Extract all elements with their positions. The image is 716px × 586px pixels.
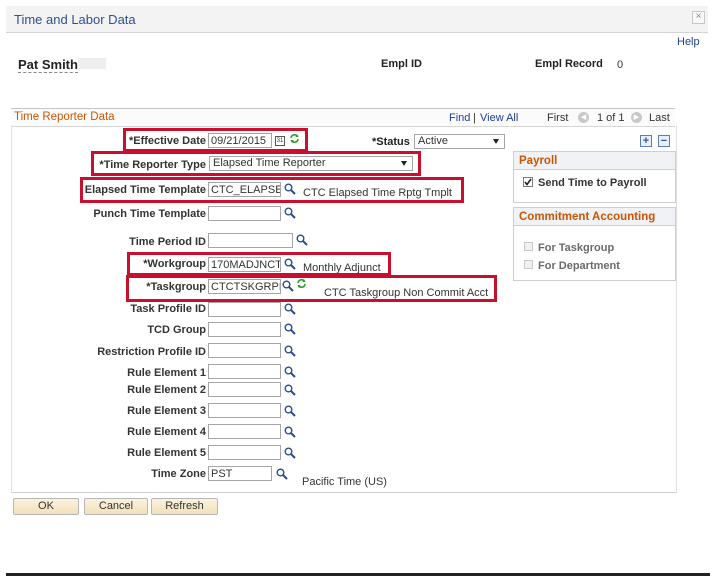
time-zone-label: Time Zone <box>151 468 206 480</box>
last-label: Last <box>649 112 670 124</box>
time-zone-input[interactable]: PST <box>208 466 272 481</box>
send-time-to-payroll-label: Send Time to Payroll <box>538 177 647 189</box>
help-link[interactable]: Help <box>677 36 700 48</box>
rule-element-5-label: Rule Element 5 <box>127 447 206 459</box>
view-all-link[interactable]: View All <box>480 112 518 124</box>
delete-row-button[interactable]: − <box>658 135 670 147</box>
left-arrow-circle-icon[interactable]: ◀ <box>578 112 589 123</box>
window-title: Time and Labor Data <box>14 12 136 27</box>
right-arrow-circle-icon[interactable]: ▶ <box>631 112 642 123</box>
time-period-id-label: Time Period ID <box>129 236 206 248</box>
magnifier-icon[interactable] <box>284 303 296 315</box>
magnifier-icon[interactable] <box>284 405 296 417</box>
rule-element-1-input[interactable] <box>208 364 281 379</box>
taskgroup-highlight <box>126 275 497 302</box>
section-title: Time Reporter Data <box>14 111 115 123</box>
magnifier-icon[interactable] <box>284 447 296 459</box>
rule-element-1-label: Rule Element 1 <box>127 367 206 379</box>
empl-record-label: Empl Record <box>535 58 603 70</box>
task-profile-id-input[interactable] <box>208 302 281 317</box>
effective-date-highlight <box>123 128 308 152</box>
time-zone-description: Pacific Time (US) <box>302 476 387 488</box>
find-link[interactable]: Find <box>449 112 470 124</box>
rule-element-2-input[interactable] <box>208 382 281 397</box>
payroll-group-title: Payroll <box>514 152 675 170</box>
rule-element-3-label: Rule Element 3 <box>127 405 206 417</box>
magnifier-icon[interactable] <box>284 207 296 219</box>
empl-id-label: Empl ID <box>381 58 422 70</box>
restriction-profile-id-input[interactable] <box>208 343 281 358</box>
bottom-divider <box>6 573 710 576</box>
add-row-button[interactable]: + <box>640 135 652 147</box>
rule-element-2-label: Rule Element 2 <box>127 384 206 396</box>
status-label: *Status <box>372 136 410 148</box>
for-department-label: For Department <box>538 260 620 272</box>
magnifier-icon[interactable] <box>276 468 288 480</box>
punch-time-template-label: Punch Time Template <box>93 208 206 220</box>
checkmark-icon <box>524 178 532 186</box>
magnifier-icon[interactable] <box>284 366 296 378</box>
magnifier-icon[interactable] <box>284 384 296 396</box>
status-select[interactable]: Active <box>414 134 505 149</box>
redacted-text <box>78 58 106 69</box>
tcd-group-input[interactable] <box>208 322 281 337</box>
ok-button[interactable]: OK <box>13 498 79 515</box>
magnifier-icon[interactable] <box>284 323 296 335</box>
first-label: First <box>547 112 569 124</box>
magnifier-icon[interactable] <box>296 234 308 246</box>
employee-name: Pat Smith <box>18 57 78 73</box>
rule-element-5-input[interactable] <box>208 445 281 460</box>
magnifier-icon[interactable] <box>284 345 296 357</box>
refresh-button[interactable]: Refresh <box>151 498 218 515</box>
rule-element-4-label: Rule Element 4 <box>127 426 206 438</box>
empl-record-value: 0 <box>617 59 624 71</box>
for-taskgroup-label: For Taskgroup <box>538 242 615 254</box>
magnifier-icon[interactable] <box>284 426 296 438</box>
time-period-id-input[interactable] <box>208 233 293 248</box>
elapsed-time-template-highlight <box>80 177 464 203</box>
punch-time-template-input[interactable] <box>208 206 281 221</box>
close-icon[interactable]: × <box>692 11 705 24</box>
for-department-checkbox[interactable] <box>524 260 533 269</box>
workgroup-highlight <box>127 252 391 276</box>
commitment-accounting-title: Commitment Accounting <box>514 208 675 226</box>
rule-element-3-input[interactable] <box>208 403 281 418</box>
tcd-group-label: TCD Group <box>147 324 206 336</box>
cancel-button[interactable]: Cancel <box>84 498 148 515</box>
rule-element-4-input[interactable] <box>208 424 281 439</box>
task-profile-id-label: Task Profile ID <box>130 303 206 315</box>
nav-separator: | <box>473 112 476 124</box>
restriction-profile-id-label: Restriction Profile ID <box>97 346 206 358</box>
status-value: Active <box>418 135 448 147</box>
for-taskgroup-checkbox[interactable] <box>524 242 533 251</box>
time-reporter-type-highlight <box>91 151 421 176</box>
send-time-to-payroll-checkbox[interactable] <box>523 177 533 187</box>
page-indicator: 1 of 1 <box>597 112 625 124</box>
